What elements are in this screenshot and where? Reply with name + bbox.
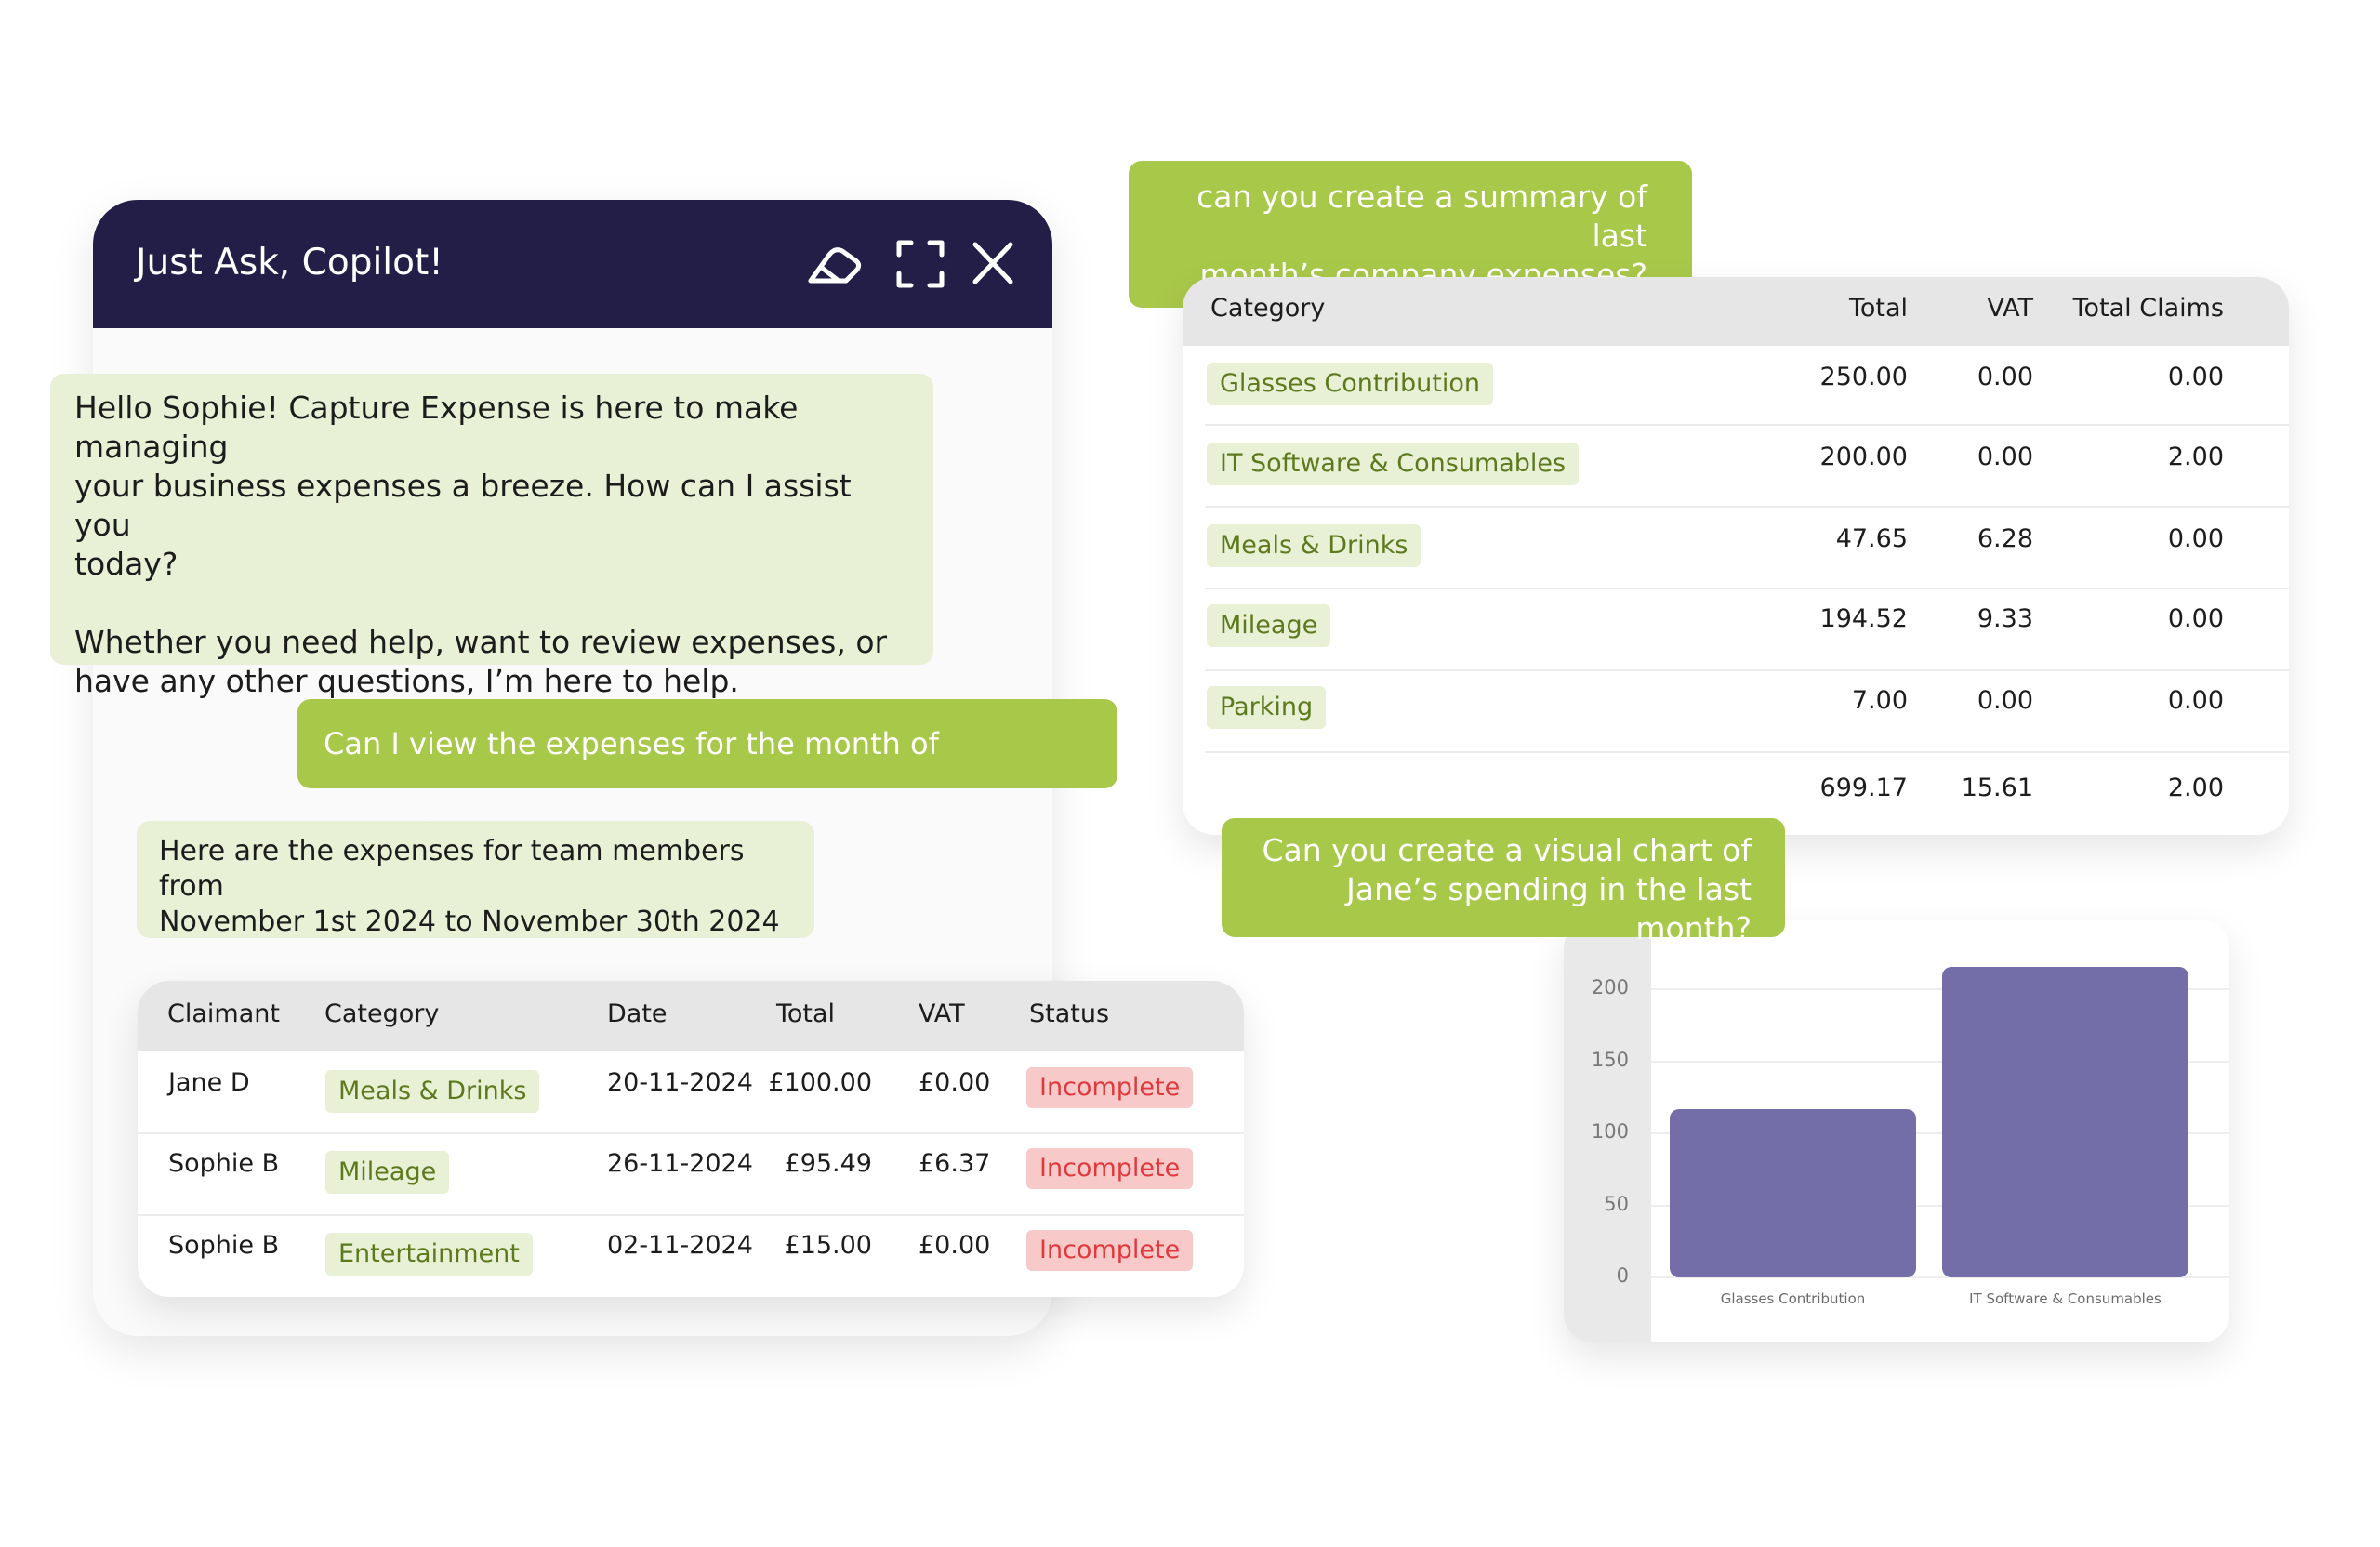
claimant-cell: Jane D	[168, 1068, 250, 1097]
bar[interactable]	[1670, 1108, 1916, 1277]
user-message-november: Can I view the expenses for the month of…	[298, 699, 1117, 851]
table-header: Claimant Category Date Total VAT Status	[138, 981, 1244, 1051]
expenses-table: Claimant Category Date Total VAT Status …	[138, 981, 1244, 1297]
category-tag: Mileage	[325, 1151, 450, 1194]
table-row[interactable]: Mileage 194.52 9.33 0.00	[1183, 589, 2289, 669]
status-badge: Incomplete	[1026, 1067, 1194, 1108]
bar[interactable]	[1942, 966, 2188, 1277]
chat-header: Just Ask, Copilot!	[93, 200, 1052, 328]
message-line: Hello Sophie! Capture Expense is here to…	[74, 390, 799, 465]
table-row[interactable]: Glasses Contribution 250.00 0.00 0.00	[1183, 346, 2289, 424]
total-cell: £100.00	[768, 1068, 872, 1097]
y-tick-label: 50	[1604, 1192, 1629, 1215]
message-line: can you create a summary of last	[1197, 178, 1647, 254]
message-line: Here are the expenses for team members f…	[159, 835, 745, 903]
claims-cell: 0.00	[2167, 363, 2224, 391]
table-row[interactable]: Meals & Drinks 47.65 6.28 0.00	[1183, 508, 2289, 588]
table-row[interactable]: Sophie B Mileage 26-11-2024 £95.49 £6.37…	[138, 1134, 1244, 1214]
column-header: Total	[776, 999, 836, 1028]
category-tag: IT Software & Consumables	[1207, 443, 1580, 485]
claims-cell: 0.00	[2167, 686, 2224, 715]
table-header: Category Total VAT Total Claims	[1183, 277, 2289, 346]
total-cell: £95.49	[784, 1149, 872, 1178]
claims-cell: 0.00	[2167, 604, 2224, 633]
vat-cell: 0.00	[1977, 363, 2033, 391]
vat-cell: £0.00	[919, 1231, 991, 1260]
y-tick-label: 0	[1616, 1264, 1629, 1287]
close-icon[interactable]	[971, 240, 1015, 286]
vat-cell: £6.37	[919, 1149, 991, 1178]
grand-total-cell: 699.17	[1819, 774, 1908, 802]
claims-cell: 2.00	[2167, 443, 2224, 471]
total-cell: 7.00	[1851, 686, 1908, 715]
y-tick-label: 150	[1591, 1048, 1629, 1071]
date-cell: 20-11-2024	[607, 1068, 753, 1097]
message-line: today?	[74, 546, 178, 582]
vat-cell: £0.00	[919, 1068, 991, 1097]
claims-cell: 0.00	[2167, 524, 2224, 553]
total-cell: 200.00	[1819, 443, 1908, 471]
column-header: Status	[1029, 999, 1110, 1028]
chat-title: Just Ask, Copilot!	[136, 242, 443, 284]
column-header: Category	[324, 999, 440, 1028]
table-row[interactable]: Jane D Meals & Drinks 20-11-2024 £100.00…	[138, 1051, 1244, 1132]
spending-chart: 0 50 100 150 200 Glasses Contribution IT Softw…	[1564, 920, 2229, 1342]
column-header: VAT	[1987, 294, 2033, 323]
expense-summary-table: Category Total VAT Total Claims Glasses …	[1183, 277, 2289, 835]
column-header: Total	[1848, 294, 1908, 323]
bot-message-welcome: Hello Sophie! Capture Expense is here to…	[50, 374, 933, 699]
x-tick-label: IT Software & Consumables	[1969, 1290, 2162, 1307]
chart-plot: 0 50 100 150 200 Glasses Contribution IT Softw…	[1564, 920, 2229, 1342]
vat-cell: 6.28	[1977, 524, 2033, 553]
status-badge: Incomplete	[1026, 1230, 1194, 1271]
category-tag: Parking	[1207, 686, 1327, 729]
table-row[interactable]: IT Software & Consumables 200.00 0.00 2.…	[1183, 426, 2289, 506]
category-tag: Entertainment	[325, 1233, 533, 1276]
date-cell: 02-11-2024	[607, 1231, 753, 1260]
category-tag: Meals & Drinks	[1207, 524, 1421, 567]
message-line: your business expenses a breeze. How can…	[74, 468, 852, 543]
category-tag: Meals & Drinks	[325, 1070, 540, 1113]
total-cell: 47.65	[1835, 524, 1908, 553]
user-message-chart: Can you create a visual chart of Jane’s …	[1222, 818, 1785, 946]
eraser-icon[interactable]	[805, 240, 863, 288]
bot-message-expenses: Here are the expenses for team members f…	[137, 821, 814, 938]
message-line: Jane’s spending in the last month?	[1346, 871, 1752, 946]
column-header: Total Claims	[2072, 294, 2224, 323]
total-cell: 194.52	[1819, 604, 1908, 633]
x-tick-label: Glasses Contribution	[1720, 1290, 1866, 1307]
claimant-cell: Sophie B	[168, 1231, 280, 1260]
grand-claims-cell: 2.00	[2167, 774, 2224, 802]
message-line	[74, 584, 909, 623]
message-line: Whether you need help, want to review ex…	[74, 624, 888, 660]
expand-icon[interactable]	[896, 240, 945, 288]
message-line: November 1st 2024 to November 30th 2024	[159, 906, 780, 938]
message-line: Can you create a visual chart of	[1262, 832, 1752, 868]
message-line: have any other questions, I’m here to he…	[74, 663, 739, 699]
claimant-cell: Sophie B	[168, 1149, 280, 1178]
status-badge: Incomplete	[1026, 1148, 1194, 1189]
y-tick-label: 200	[1591, 976, 1629, 999]
grand-vat-cell: 15.61	[1961, 774, 2033, 802]
category-tag: Mileage	[1207, 604, 1331, 647]
table-row[interactable]: Sophie B Entertainment 02-11-2024 £15.00…	[138, 1216, 1244, 1297]
column-header: Date	[607, 999, 668, 1028]
vat-cell: 0.00	[1977, 443, 2033, 471]
total-cell: 250.00	[1819, 363, 1908, 391]
vat-cell: 0.00	[1977, 686, 2033, 715]
total-cell: £15.00	[784, 1231, 872, 1260]
table-row[interactable]: Parking 7.00 0.00 0.00	[1183, 671, 2289, 751]
vat-cell: 9.33	[1977, 604, 2033, 633]
column-header: VAT	[919, 999, 965, 1028]
date-cell: 26-11-2024	[607, 1149, 753, 1178]
column-header: Category	[1210, 294, 1326, 323]
y-tick-label: 100	[1591, 1120, 1629, 1144]
category-tag: Glasses Contribution	[1207, 363, 1494, 405]
column-header: Claimant	[167, 999, 280, 1028]
